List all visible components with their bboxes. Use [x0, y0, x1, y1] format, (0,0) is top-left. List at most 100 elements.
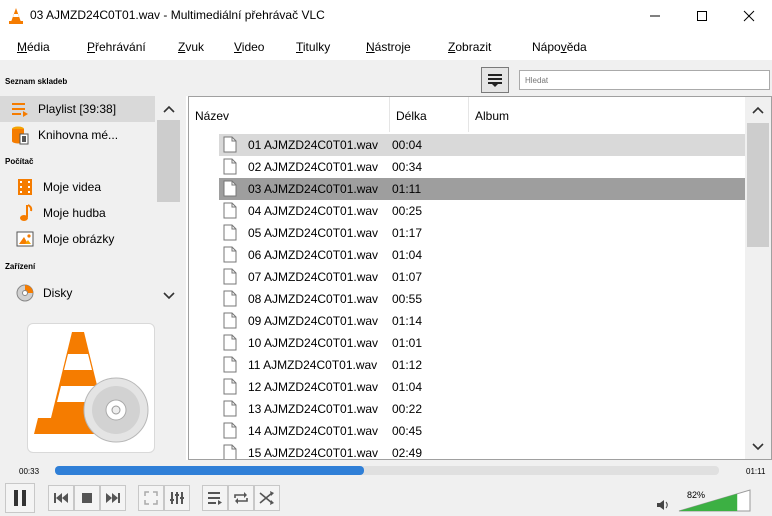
sidebar-item-music[interactable]: Moje hudba [5, 200, 160, 226]
sidebar-item-label: Disky [43, 286, 73, 300]
file-icon [223, 136, 239, 154]
table-row[interactable]: 11 AJMZD24C0T01.wav 01:12 [219, 354, 745, 376]
menu-playback[interactable]: Přehrávání [87, 40, 146, 54]
playlist-scroll-thumb[interactable] [747, 123, 769, 247]
sidebar-item-discs[interactable]: Disky [5, 280, 160, 306]
menu-view[interactable]: Zobrazit [448, 40, 491, 54]
table-row[interactable]: 08 AJMZD24C0T01.wav 00:55 [219, 288, 745, 310]
sidebar-item-library[interactable]: Knihovna mé... [0, 122, 155, 148]
table-row[interactable]: 12 AJMZD24C0T01.wav 01:04 [219, 376, 745, 398]
track-name: 08 AJMZD24C0T01.wav [248, 292, 379, 306]
table-row[interactable]: 14 AJMZD24C0T01.wav 00:45 [219, 420, 745, 442]
volume-slider[interactable] [678, 489, 752, 513]
table-row[interactable]: 10 AJMZD24C0T01.wav 01:01 [219, 332, 745, 354]
menu-audio[interactable]: Zvuk [178, 40, 204, 54]
seek-progress [55, 466, 364, 475]
file-icon [223, 290, 239, 308]
elapsed-time[interactable]: 00:33 [19, 467, 39, 476]
table-row[interactable]: 03 AJMZD24C0T01.wav 01:11 [219, 178, 745, 200]
column-header-duration[interactable]: Délka [396, 109, 427, 123]
track-name: 13 AJMZD24C0T01.wav [248, 402, 379, 416]
chevron-down-icon[interactable] [751, 442, 765, 452]
table-row[interactable]: 01 AJMZD24C0T01.wav 00:04 [219, 134, 745, 156]
menu-bar: Média Přehrávání Zvuk Video Titulky Nást… [0, 32, 772, 60]
table-row[interactable]: 09 AJMZD24C0T01.wav 01:14 [219, 310, 745, 332]
playlist-view-button[interactable] [481, 67, 509, 93]
menu-help[interactable]: Nápověda [532, 40, 587, 54]
file-icon [223, 422, 239, 440]
track-duration: 00:04 [392, 138, 423, 152]
loop-button[interactable] [228, 485, 254, 511]
toggle-playlist-button[interactable] [202, 485, 228, 511]
previous-button[interactable] [48, 485, 74, 511]
stop-button[interactable] [74, 485, 100, 511]
pause-icon [14, 490, 26, 506]
track-duration: 01:14 [392, 314, 423, 328]
playlist-table: Název Délka Album 01 AJMZD24C0T01.wav 00:… [188, 96, 772, 460]
total-time[interactable]: 01:11 [746, 467, 765, 476]
seek-slider[interactable] [55, 466, 719, 475]
track-name: 06 AJMZD24C0T01.wav [248, 248, 379, 262]
table-row[interactable]: 13 AJMZD24C0T01.wav 00:22 [219, 398, 745, 420]
search-field[interactable] [519, 70, 770, 90]
menu-tools[interactable]: Nástroje [366, 40, 411, 54]
file-icon [223, 400, 239, 418]
column-header-name[interactable]: Název [195, 109, 229, 123]
track-name: 11 AJMZD24C0T01.wav [248, 358, 378, 372]
minimize-button[interactable] [632, 0, 678, 32]
table-header: Název Délka Album [189, 97, 745, 132]
fullscreen-button[interactable] [138, 485, 164, 511]
table-row[interactable]: 02 AJMZD24C0T01.wav 00:34 [219, 156, 745, 178]
sidebar-item-playlist[interactable]: Playlist [39:38] [0, 96, 155, 122]
track-duration: 01:07 [392, 270, 423, 284]
menu-video[interactable]: Video [234, 40, 264, 54]
sidebar-scroll-thumb[interactable] [157, 120, 180, 202]
track-name: 01 AJMZD24C0T01.wav [248, 138, 379, 152]
speaker-icon[interactable] [656, 499, 670, 511]
table-row[interactable]: 06 AJMZD24C0T01.wav 01:04 [219, 244, 745, 266]
chevron-up-icon[interactable] [751, 105, 765, 115]
menu-subtitles[interactable]: Titulky [296, 40, 330, 54]
menu-media[interactable]: Média [17, 40, 50, 54]
track-name: 05 AJMZD24C0T01.wav [248, 226, 379, 240]
table-row[interactable]: 04 AJMZD24C0T01.wav 00:25 [219, 200, 745, 222]
track-name: 09 AJMZD24C0T01.wav [248, 314, 379, 328]
chevron-down-icon[interactable] [162, 291, 176, 301]
track-name: 07 AJMZD24C0T01.wav [248, 270, 379, 284]
column-divider[interactable] [389, 97, 390, 132]
track-duration: 00:34 [392, 160, 423, 174]
column-header-album[interactable]: Album [475, 109, 509, 123]
search-input[interactable] [520, 71, 769, 89]
shuffle-button[interactable] [254, 485, 280, 511]
track-duration: 01:17 [392, 226, 423, 240]
extended-settings-button[interactable] [164, 485, 190, 511]
file-icon [223, 224, 239, 242]
file-icon [223, 202, 239, 220]
track-duration: 01:04 [392, 380, 423, 394]
maximize-button[interactable] [679, 0, 725, 32]
table-row[interactable]: 07 AJMZD24C0T01.wav 01:07 [219, 266, 745, 288]
sidebar-item-videos[interactable]: Moje videa [5, 174, 160, 200]
sidebar-item-label: Moje obrázky [43, 232, 115, 246]
file-icon [223, 246, 239, 264]
track-duration: 01:11 [392, 182, 422, 196]
file-icon [223, 158, 239, 176]
pause-button[interactable] [5, 483, 35, 513]
film-icon [15, 177, 35, 197]
column-divider[interactable] [468, 97, 469, 132]
loop-icon [234, 492, 248, 504]
table-row[interactable]: 15 AJMZD24C0T01.wav 02:49 [219, 442, 745, 459]
stop-icon [82, 493, 92, 503]
chevron-up-icon[interactable] [162, 104, 176, 114]
track-name: 04 AJMZD24C0T01.wav [248, 204, 379, 218]
track-duration: 00:25 [392, 204, 423, 218]
close-button[interactable] [726, 0, 772, 32]
next-button[interactable] [100, 485, 126, 511]
track-duration: 01:04 [392, 248, 423, 262]
table-row[interactable]: 05 AJMZD24C0T01.wav 01:17 [219, 222, 745, 244]
equalizer-icon [170, 492, 184, 504]
disc-icon [15, 283, 35, 303]
track-duration: 00:22 [392, 402, 423, 416]
sidebar-item-label: Playlist [39:38] [38, 102, 117, 116]
sidebar-item-pictures[interactable]: Moje obrázky [5, 226, 160, 252]
